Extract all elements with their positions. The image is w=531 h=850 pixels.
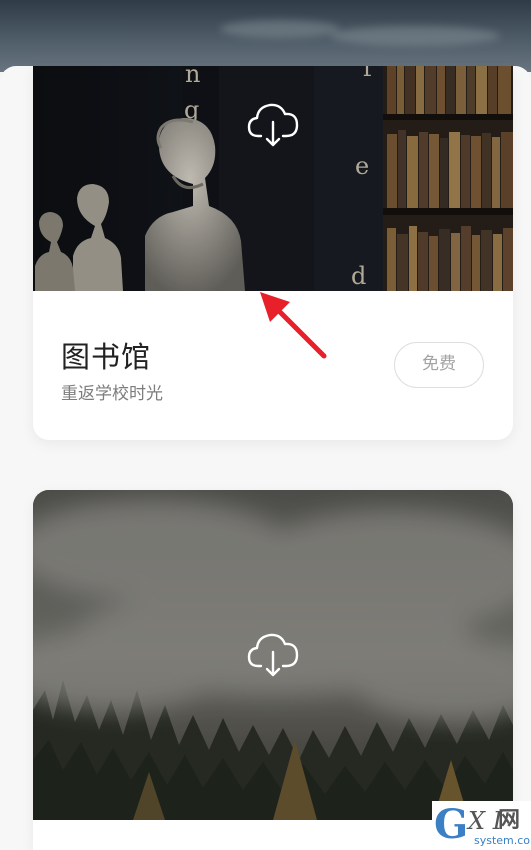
cloud-download-icon[interactable] xyxy=(246,630,300,678)
site-watermark: G X I 网 system.com xyxy=(432,801,531,850)
watermark-domain: system.com xyxy=(474,834,531,847)
sky-cloud xyxy=(330,26,500,46)
watermark-logo-g: G xyxy=(434,801,469,848)
sound-card-forest[interactable] xyxy=(33,490,513,850)
top-background-strip xyxy=(0,0,531,72)
card-subtitle: 重返学校时光 xyxy=(61,384,163,404)
cloud-download-icon[interactable] xyxy=(246,100,300,148)
card-title: 图书馆 xyxy=(61,340,152,374)
free-price-button[interactable]: 免费 xyxy=(394,342,484,388)
watermark-logo-cn: 网 xyxy=(498,808,521,833)
sound-card-library[interactable]: n g f e d 图书馆 重返学校时光 免 xyxy=(33,66,513,440)
library-image[interactable]: n g f e d xyxy=(33,66,513,291)
forest-image[interactable] xyxy=(33,490,513,820)
sky-cloud xyxy=(220,20,340,38)
red-arrow-icon xyxy=(260,292,327,359)
